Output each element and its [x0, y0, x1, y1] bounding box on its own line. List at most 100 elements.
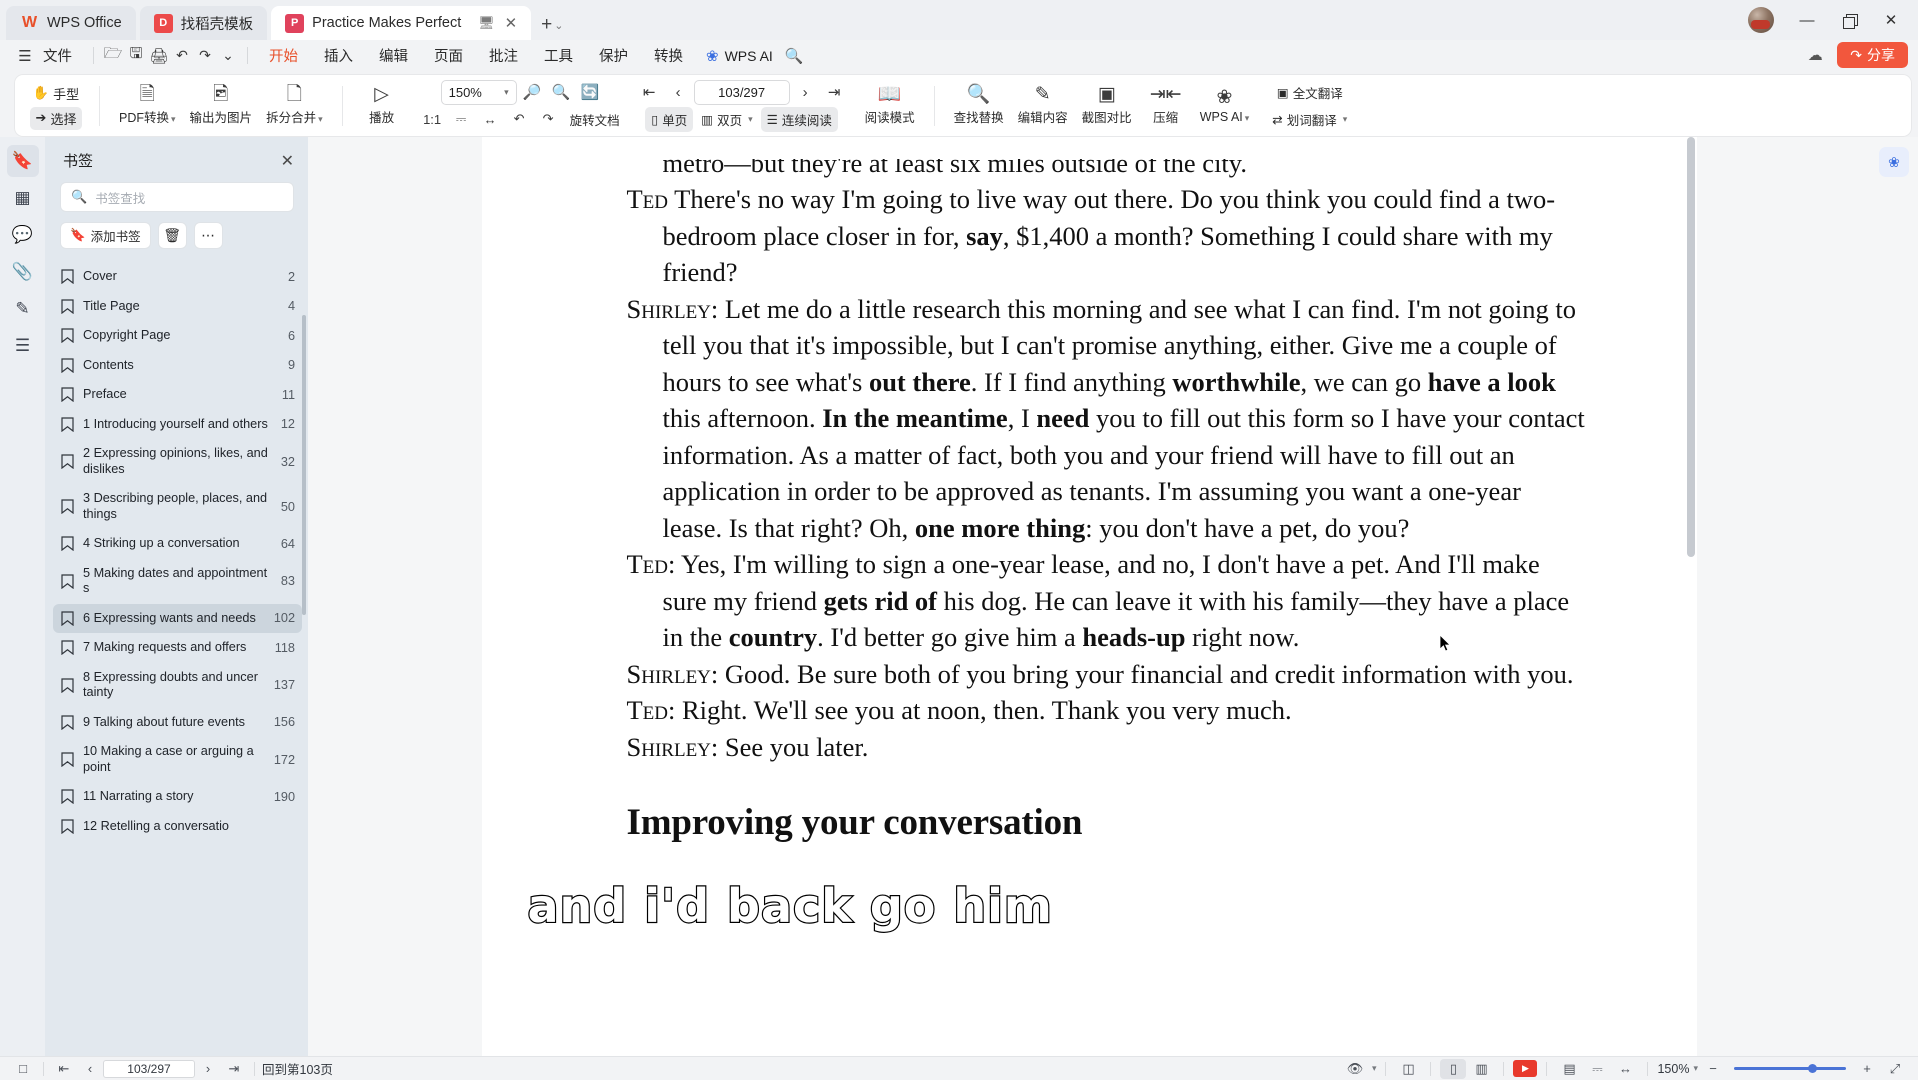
prev-page-icon[interactable]: ‹ — [77, 1059, 103, 1079]
bookmark-row[interactable]: 8 Expressing doubts and uncertainty 137 — [53, 663, 302, 708]
layers-rail-icon[interactable]: ☰ — [7, 330, 39, 362]
cloud-sync-icon[interactable]: ☁ — [1803, 43, 1827, 67]
bookmark-row[interactable]: 11 Narrating a story 190 — [53, 782, 302, 812]
edit-content-button[interactable]: ✎ 编辑内容 — [1011, 82, 1075, 129]
chevron-down-icon[interactable]: ⌄ — [554, 19, 563, 32]
page-indicator[interactable]: 103/297 — [693, 79, 790, 105]
hand-tool-button[interactable]: ✋ 手型 — [27, 82, 85, 105]
last-page-button[interactable]: ⇥ — [821, 80, 848, 105]
menu-item-insert[interactable]: 插入 — [311, 43, 366, 69]
menu-item-tools[interactable]: 工具 — [531, 43, 586, 69]
zoom-slider[interactable] — [1734, 1062, 1846, 1076]
bookmark-row[interactable]: 3 Describing people, places, and things 5… — [53, 484, 302, 529]
single-page-button[interactable]: ▯ 单页 — [645, 106, 694, 132]
translate-word-button[interactable]: ⇄ 划词翻译 ▾ — [1266, 107, 1353, 132]
page-layout-icon[interactable]: □ — [10, 1059, 36, 1079]
bookmark-rail-icon[interactable]: 🔖 — [6, 145, 39, 177]
menu-item-start[interactable]: 开始 — [256, 43, 311, 74]
menu-item-wps-ai[interactable]: ❀ WPS AI — [696, 47, 783, 65]
signature-rail-icon[interactable]: ✎ — [7, 293, 39, 325]
rotate-doc-button[interactable]: 旋转文档 — [564, 107, 626, 132]
chevron-down-icon[interactable]: ▾ — [1693, 1063, 1698, 1074]
tab-wps-office[interactable]: W WPS Office — [6, 6, 136, 40]
bookmark-row[interactable]: 12 Retelling a conversatio — [53, 812, 302, 842]
double-page-button[interactable]: ▥ 双页 ▾ — [695, 107, 758, 132]
file-menu-button[interactable]: ☰ 文件 — [10, 43, 85, 69]
bookmark-row[interactable]: 7 Making requests and offers 118 — [53, 633, 302, 663]
find-replace-button[interactable]: 🔍 查找替换 — [947, 82, 1011, 129]
zoom-out-button[interactable]: − — [1700, 1059, 1726, 1079]
note-view-icon[interactable]: ▤ — [1556, 1059, 1582, 1079]
fullscreen-icon[interactable]: ⤢ — [1882, 1059, 1908, 1079]
save-icon[interactable]: 🖫 — [125, 43, 147, 68]
first-page-button[interactable]: ⇤ — [636, 80, 663, 105]
tab-docer-template[interactable]: D 找稻壳模板 — [139, 6, 268, 40]
print-icon[interactable]: 🖨 — [148, 47, 170, 65]
actual-size-button[interactable]: 1:1 — [419, 107, 446, 132]
menu-item-comment[interactable]: 批注 — [476, 43, 531, 69]
bookmark-row[interactable]: 10 Making a case or arguing a point 172 — [53, 737, 302, 782]
pdf-convert-button[interactable]: 🗎 PDF转换 ▾ — [112, 82, 183, 129]
prev-page-button[interactable]: ‹ — [665, 80, 692, 105]
chevron-down-icon[interactable]: ▾ — [1372, 1063, 1377, 1074]
add-bookmark-button[interactable]: 🔖 添加书签 — [60, 222, 151, 249]
close-icon[interactable]: ✕ — [281, 151, 294, 171]
zoom-out-button[interactable]: 🔎 — [519, 80, 546, 105]
bookmark-row[interactable]: Cover 2 — [53, 262, 302, 292]
zoom-in-button[interactable]: 🔍 — [548, 80, 575, 105]
fit-page-icon[interactable]: ⎓ — [1584, 1059, 1610, 1079]
double-page-view-icon[interactable]: ▥ — [1468, 1059, 1494, 1079]
monitor-icon[interactable]: 🖥 — [478, 15, 495, 31]
attachment-rail-icon[interactable]: 📎 — [7, 256, 39, 288]
bookmark-list[interactable]: Cover 2 Title Page 4 Copyright Page 6 Contents… — [45, 255, 308, 1056]
redo-icon[interactable]: ↷ — [194, 47, 216, 64]
select-tool-button[interactable]: ➔ 选择 — [29, 106, 83, 130]
zoom-in-button[interactable]: + — [1854, 1059, 1880, 1079]
bookmark-row[interactable]: Copyright Page 6 — [53, 321, 302, 351]
bookmark-row[interactable]: 5 Making dates and appointments 83 — [53, 559, 302, 604]
bookmark-row[interactable]: 1 Introducing yourself and others 12 — [53, 410, 302, 440]
bookmark-search-input[interactable]: 🔍 书签查找 — [60, 182, 294, 212]
minimize-button[interactable]: — — [1788, 6, 1826, 34]
restore-button[interactable] — [1830, 6, 1868, 34]
zoom-select[interactable]: 150% ▾ — [440, 79, 517, 105]
comment-rail-icon[interactable]: 💬 — [7, 219, 39, 251]
fit-width-button[interactable]: ↔ — [477, 107, 504, 132]
tab-practice-makes-perfect[interactable]: P Practice Makes Perfect Engl 🖥 ✕ — [271, 6, 532, 40]
bookmark-scrollbar[interactable] — [302, 315, 306, 615]
bookmark-row[interactable]: Preface 11 — [53, 380, 302, 410]
zoom-slider-knob[interactable] — [1808, 1064, 1817, 1073]
first-page-icon[interactable]: ⇤ — [51, 1059, 77, 1079]
split-merge-button[interactable]: 🗋 拆分合并 ▾ — [259, 82, 330, 129]
eye-icon[interactable]: 👁 — [1342, 1059, 1368, 1079]
new-tab-button[interactable]: + ⌄ — [535, 14, 569, 40]
open-icon[interactable]: 🗁 — [102, 43, 124, 68]
last-page-icon[interactable]: ⇥ — [221, 1059, 247, 1079]
document-scrollbar[interactable] — [1686, 137, 1695, 557]
bookmark-row[interactable]: 2 Expressing opinions, likes, and dislik… — [53, 439, 302, 484]
rotate-left-button[interactable]: ↶ — [506, 107, 533, 132]
search-icon[interactable]: 🔍 — [783, 47, 805, 65]
bookmark-row[interactable]: 4 Striking up a conversation 64 — [53, 529, 302, 559]
fit-page-button[interactable]: ⎓ — [448, 107, 475, 132]
rotate-page-button[interactable]: 🔄 — [577, 80, 604, 105]
bookmark-row[interactable]: Contents 9 — [53, 351, 302, 381]
play-button[interactable]: ▷ 播放 — [355, 82, 409, 129]
share-button[interactable]: ↷ 分享 — [1837, 42, 1908, 68]
trash-icon[interactable]: 🗑 — [157, 222, 187, 249]
read-mode-button[interactable]: 📖 阅读模式 — [858, 82, 922, 129]
close-icon[interactable]: ✕ — [505, 14, 518, 32]
avatar[interactable] — [1748, 7, 1774, 33]
status-page-indicator[interactable]: 103/297 — [103, 1059, 195, 1078]
bookmark-row[interactable]: 6 Expressing wants and needs 102 — [53, 603, 302, 633]
close-button[interactable]: ✕ — [1872, 6, 1910, 34]
rotate-right-button[interactable]: ↷ — [535, 107, 562, 132]
export-image-button[interactable]: 🖻 输出为图片 — [183, 82, 260, 129]
next-page-icon[interactable]: › — [195, 1059, 221, 1079]
goto-page-label[interactable]: 回到第103页 — [262, 1059, 333, 1078]
screenshot-compare-button[interactable]: ▣ 截图对比 — [1075, 82, 1139, 129]
more-icon[interactable]: ⋯ — [193, 222, 223, 249]
document-viewer[interactable]: metro—but they're at least six miles out… — [308, 137, 1870, 1056]
next-page-button[interactable]: › — [792, 80, 819, 105]
translate-full-button[interactable]: ▣ 全文翻译 — [1271, 80, 1349, 105]
